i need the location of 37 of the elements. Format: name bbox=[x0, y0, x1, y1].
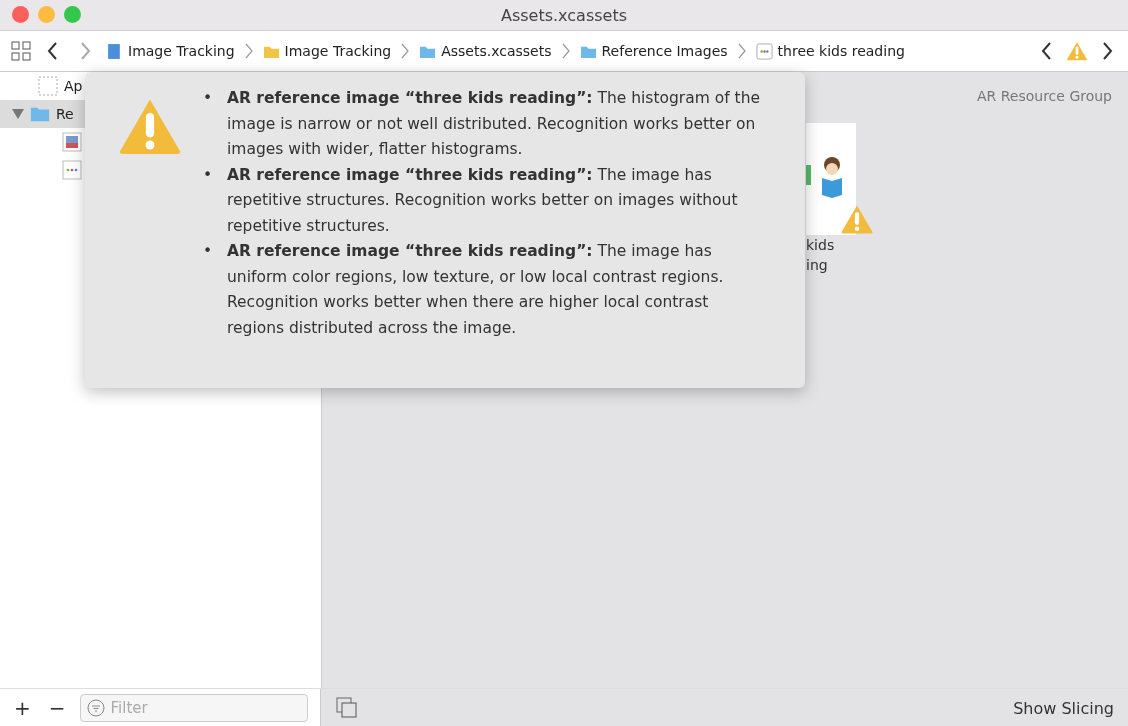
breadcrumb-item[interactable]: Reference Images bbox=[601, 43, 728, 59]
zoom-button[interactable] bbox=[64, 6, 81, 23]
bullet: • bbox=[203, 241, 211, 262]
chevron-icon bbox=[244, 43, 253, 59]
breadcrumb-item[interactable]: Image Tracking bbox=[128, 43, 235, 59]
warning-icon bbox=[1066, 40, 1088, 62]
sidebar-item[interactable]: Ap bbox=[64, 78, 83, 94]
chevron-icon bbox=[401, 43, 410, 59]
warning-message: AR reference image “three kids reading”: The histogram of the image is narrow or not well distributed. Recognition works better on images with wider, flatter histograms. bbox=[227, 88, 762, 160]
filter-field[interactable]: Filter bbox=[79, 694, 308, 722]
show-slicing-button[interactable]: Show Slicing bbox=[1013, 698, 1114, 718]
remove-button[interactable]: − bbox=[44, 696, 70, 720]
window-title: Assets.xcassets bbox=[500, 5, 628, 25]
dashed-square-icon bbox=[38, 76, 58, 96]
slicing-icon[interactable] bbox=[335, 696, 359, 720]
breadcrumb-item[interactable]: three kids reading bbox=[777, 43, 905, 59]
image-thumbnail-icon bbox=[62, 160, 82, 180]
image-label: kids bbox=[806, 236, 835, 255]
warning-message: AR reference image “three kids reading”: The image has repetitive structures. Recognition works better on images without repetitive structures. bbox=[227, 164, 739, 237]
disclosure-triangle-icon[interactable] bbox=[12, 109, 24, 119]
image-thumbnail-icon bbox=[62, 132, 82, 152]
warning-message: AR reference image “three kids reading”: The image has uniform color regions, low texture, or low local contrast regions. Recognition works better when there are higher local contrast regions distributed across the image. bbox=[227, 241, 725, 339]
breadcrumb-item[interactable]: Image Tracking bbox=[284, 43, 392, 59]
chevron-icon bbox=[561, 43, 570, 59]
sidebar-item[interactable]: Re bbox=[56, 106, 74, 122]
filter-icon bbox=[86, 699, 105, 717]
image-label: ing bbox=[806, 256, 828, 275]
grid-icon[interactable] bbox=[10, 40, 32, 62]
add-button[interactable]: + bbox=[10, 696, 35, 720]
group-label: AR Resource Group bbox=[976, 88, 1112, 104]
chevron-icon bbox=[737, 43, 746, 59]
close-button[interactable] bbox=[12, 6, 29, 23]
breadcrumb-item[interactable]: Assets.xcassets bbox=[441, 43, 552, 59]
bullet: • bbox=[203, 164, 211, 186]
image-thumbnail-icon bbox=[755, 42, 773, 60]
document-icon bbox=[106, 42, 123, 60]
bullet: • bbox=[203, 88, 211, 109]
